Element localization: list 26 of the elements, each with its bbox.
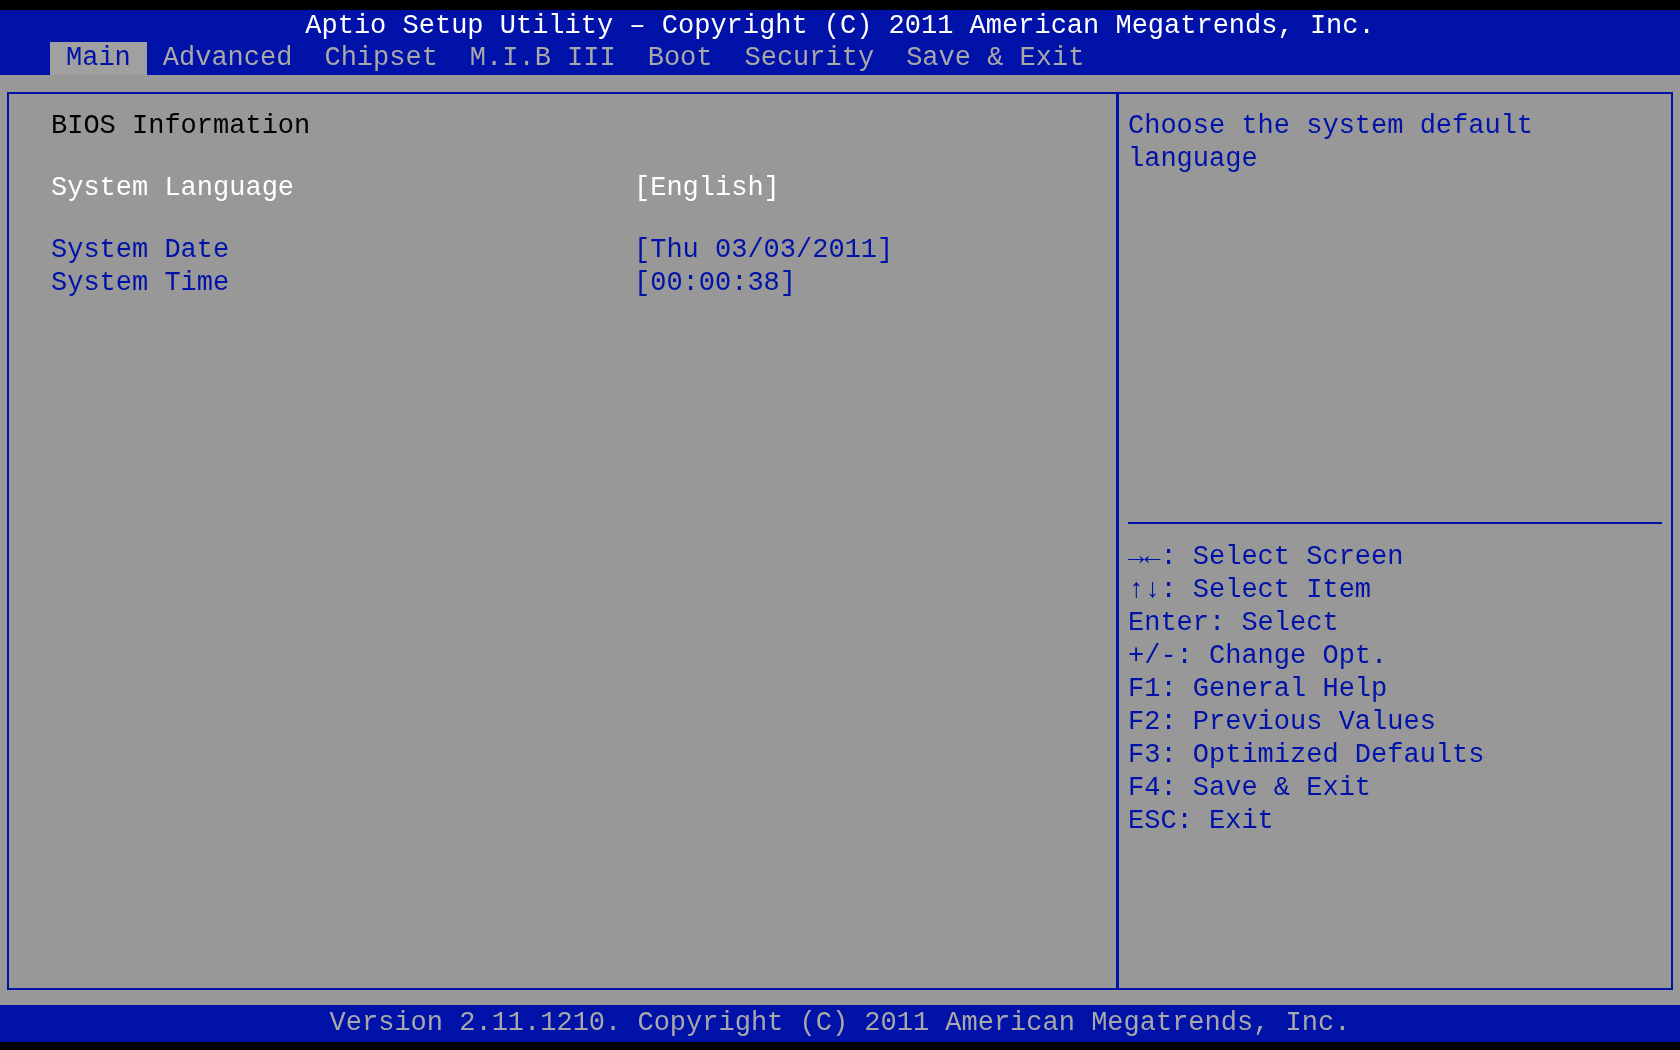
status-bar: Version 2.11.1210. Copyright (C) 2011 American Megatrends, Inc.: [0, 1005, 1680, 1042]
setting-value[interactable]: [00:00:38]: [634, 268, 797, 298]
tab[interactable]: Boot: [631, 42, 729, 75]
tab[interactable]: Main: [50, 42, 147, 75]
help-description: Choose the system default language: [1128, 110, 1535, 176]
key-hint: F1: General Help: [1128, 673, 1388, 706]
key-hint: Enter: Select: [1128, 607, 1339, 640]
setting-label[interactable]: System Language: [51, 172, 634, 205]
key-hint: F4: Save & Exit: [1128, 772, 1372, 805]
tab[interactable]: M.I.B III: [453, 42, 632, 75]
key-hint: →←: Select Screen: [1128, 541, 1404, 574]
window-title: Aptio Setup Utility – Copyright (C) 2011 American Megatrends, Inc.: [304, 10, 1376, 42]
setting-value[interactable]: [Thu 03/03/2011]: [634, 235, 894, 265]
setting-value[interactable]: [English]: [634, 173, 780, 203]
setting-label[interactable]: System Date: [51, 234, 634, 267]
key-hint: ↑↓: Select Item: [1128, 574, 1372, 607]
key-hint: +/-: Change Opt.: [1128, 640, 1388, 673]
setting-label[interactable]: System Time: [51, 267, 634, 300]
key-hint: F2: Previous Values: [1128, 706, 1436, 739]
tab[interactable]: Chipset: [308, 42, 454, 75]
tab[interactable]: Advanced: [146, 42, 309, 75]
tab[interactable]: Save & Exit: [890, 42, 1101, 75]
key-hint: F3: Optimized Defaults: [1128, 739, 1485, 772]
section-heading: BIOS Information: [51, 110, 312, 143]
tab[interactable]: Security: [728, 42, 891, 75]
key-hint: ESC: Exit: [1128, 805, 1274, 838]
